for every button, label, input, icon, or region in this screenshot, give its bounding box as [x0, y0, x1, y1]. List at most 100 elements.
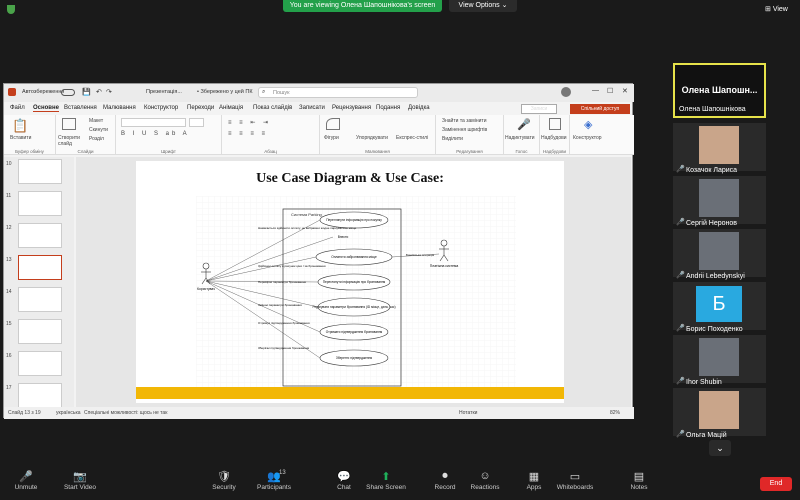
chat-button[interactable]: 💬 Chat: [322, 470, 366, 491]
ribbon-tab[interactable]: Файл: [10, 105, 25, 111]
paste-icon[interactable]: 📋: [12, 118, 28, 134]
slide-thumbnail[interactable]: [18, 351, 62, 376]
view-button[interactable]: ⊞ View: [765, 5, 788, 13]
participant-tile[interactable]: 🎤 Козачок Лариса: [673, 123, 766, 174]
search-box[interactable]: ⌕ Пошук: [258, 87, 418, 98]
ribbon-tab[interactable]: Рецензування: [332, 105, 371, 111]
replace-fonts[interactable]: Замінення шрифтів: [442, 127, 487, 133]
association-note: Отримує підтвердження бронювання: [258, 321, 310, 325]
designer-icon[interactable]: ◈: [584, 118, 592, 131]
association-note: Змінює параметри бронювання: [258, 303, 302, 307]
slide-thumbnail[interactable]: [18, 287, 62, 312]
autosave-toggle[interactable]: [61, 89, 75, 96]
group-editing: Знайти та замінити Замінення шрифтів Вид…: [436, 115, 504, 155]
end-button[interactable]: End: [760, 477, 792, 491]
select-menu[interactable]: Виділити: [442, 136, 463, 142]
unmute-button[interactable]: 🎤 Unmute: [4, 470, 48, 491]
participant-tile[interactable]: Б 🎤 Борис Походенко: [673, 282, 766, 333]
file-name: Презентація...: [146, 89, 182, 95]
maximize-icon[interactable]: ☐: [607, 87, 613, 95]
ribbon-tab[interactable]: Вставлення: [64, 105, 97, 111]
actor-label: Користувач: [197, 287, 215, 291]
undo-icon[interactable]: ↶: [96, 88, 102, 96]
ribbon-tab[interactable]: Записати: [299, 105, 325, 111]
notes-button[interactable]: Записи: [521, 104, 557, 114]
new-slide-icon[interactable]: [62, 118, 76, 130]
new-slide-label: Створити слайд: [58, 135, 80, 147]
align-icons[interactable]: ≡ ≡ ≡ ≡: [228, 131, 268, 137]
slide-thumbnail[interactable]: [18, 191, 62, 216]
use-case-label: Внести: [338, 235, 349, 239]
participant-tile[interactable]: 🎤 Ihor Shubin: [673, 335, 766, 386]
ribbon-tab[interactable]: Подання: [376, 105, 400, 111]
font-size-select[interactable]: [189, 118, 204, 127]
toolbar-label: Security: [212, 484, 236, 491]
redo-icon[interactable]: ↷: [106, 88, 112, 96]
security-button[interactable]: 🛡 Security: [202, 470, 246, 491]
save-icon[interactable]: 💾: [82, 88, 91, 96]
slide-thumbnail[interactable]: [18, 255, 62, 280]
mic-muted-icon: 🎤: [676, 219, 685, 226]
reset-menu[interactable]: Скинути: [89, 127, 108, 133]
ribbon-tab[interactable]: Переходи: [187, 105, 214, 111]
apps-button[interactable]: ▦ Apps: [512, 470, 556, 491]
security-shield-icon: [7, 5, 15, 14]
participant-photo: [699, 338, 739, 376]
layout-menu[interactable]: Макет: [89, 118, 103, 124]
ribbon-tab[interactable]: Конструктор: [144, 105, 178, 111]
ribbon-tab[interactable]: Малювання: [103, 105, 136, 111]
participants-button[interactable]: 👥 13 Participants: [252, 470, 296, 491]
font-family-select[interactable]: [121, 118, 186, 127]
ribbon-tab[interactable]: Анімація: [219, 105, 243, 111]
thumbnail-number: 10: [6, 161, 12, 167]
participant-tile[interactable]: 🎤 Сергій Неронов: [673, 176, 766, 227]
slide-thumbnail[interactable]: [18, 159, 62, 184]
participant-tile[interactable]: 🎤 Ольга Мацій: [673, 388, 766, 439]
toolbar-label: Notes: [630, 484, 648, 491]
group-label-addins: Надбудови: [543, 149, 566, 154]
language-status[interactable]: українська: [56, 407, 81, 419]
ribbon-tab[interactable]: Основне: [33, 105, 59, 112]
ribbon-tab[interactable]: Показ слайдів: [253, 105, 292, 111]
arrange-label[interactable]: Упорядкувати: [356, 135, 388, 141]
group-clipboard: 📋 Вставити Буфер обміну: [4, 115, 56, 155]
list-icons[interactable]: ≡ ≡ ⇤ ⇥: [228, 119, 271, 126]
slide-footer-bar: [136, 387, 564, 399]
accessibility-status[interactable]: Спеціальні можливості: щось не так: [84, 407, 167, 419]
find-replace[interactable]: Знайти та замінити: [442, 118, 487, 124]
ribbon-tab[interactable]: Довідка: [408, 105, 430, 111]
start-video-button[interactable]: 📷 Start Video: [58, 470, 102, 491]
notes-button[interactable]: ▤ Notes: [617, 470, 661, 491]
slide-thumbnail[interactable]: [18, 383, 62, 408]
active-speaker-name: Олена Шапошн...: [681, 85, 758, 95]
share-screen-button[interactable]: ⬆ Share Screen: [364, 470, 408, 491]
zoom-level[interactable]: 82%: [610, 407, 620, 419]
record-button[interactable]: ⏺ Record: [423, 470, 467, 491]
notes-status[interactable]: Нотатки: [459, 407, 477, 419]
ribbon: 📋 Вставити Буфер обміну Створити слайд М…: [4, 115, 634, 155]
thumbnail-number: 17: [6, 385, 12, 391]
account-avatar[interactable]: [561, 87, 571, 97]
slide-count: Слайд 13 з 19: [8, 410, 41, 416]
dictate-icon[interactable]: 🎤: [517, 118, 531, 131]
font-format-icons[interactable]: B I U S ab A: [121, 131, 190, 137]
close-icon[interactable]: ✕: [622, 87, 628, 95]
shapes-icon[interactable]: [326, 118, 340, 130]
gallery-more-chevron-icon[interactable]: ⌄: [709, 440, 731, 456]
shield-icon: 🛡: [217, 471, 231, 483]
reactions-button[interactable]: ☺ Reactions: [463, 470, 507, 491]
minimize-icon[interactable]: —: [592, 87, 599, 94]
view-options-button[interactable]: View Options ⌄: [449, 0, 517, 12]
slide-thumbnail[interactable]: [18, 319, 62, 344]
whiteboards-button[interactable]: ▭ Whiteboards: [553, 470, 597, 491]
slide-thumbnail[interactable]: [18, 223, 62, 248]
section-menu[interactable]: Розділ: [89, 136, 104, 142]
share-button[interactable]: Спільний доступ: [570, 104, 630, 114]
toolbar-label: Record: [434, 484, 456, 491]
addins-icon[interactable]: [549, 118, 561, 130]
mic-muted-icon: 🎤: [676, 378, 685, 385]
participant-tile-active[interactable]: Олена Шапошн... Олена Шапошнікова: [673, 63, 766, 118]
participant-tile[interactable]: 🎤 Andrii Lebedynskyi: [673, 229, 766, 280]
apps-icon: ▦: [528, 471, 540, 483]
quick-styles-label[interactable]: Експрес-стилі: [396, 135, 430, 141]
